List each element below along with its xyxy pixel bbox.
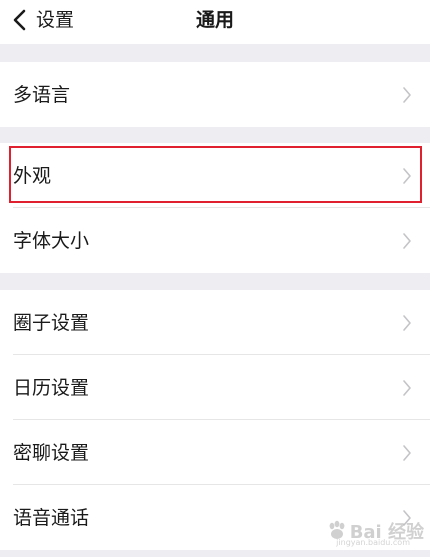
settings-group-language: 多语言 <box>0 62 430 127</box>
row-label: 密聊设置 <box>13 441 90 464</box>
row-calendar-settings[interactable]: 日历设置 <box>0 355 430 420</box>
back-label: 设置 <box>36 9 75 31</box>
chevron-left-icon <box>13 9 26 31</box>
row-label: 外观 <box>13 164 52 187</box>
settings-group-features: 圈子设置 日历设置 密聊设置 语音通话 Bai 经验 jingyan.baidu… <box>0 290 430 550</box>
row-private-chat-settings[interactable]: 密聊设置 <box>0 420 430 485</box>
row-label: 字体大小 <box>13 229 90 252</box>
row-circle-settings[interactable]: 圈子设置 <box>0 290 430 355</box>
row-voice-call[interactable]: 语音通话 Bai 经验 jingyan.baidu.com <box>0 485 430 550</box>
chevron-right-icon <box>403 167 411 184</box>
row-appearance[interactable]: 外观 <box>0 143 430 208</box>
chevron-right-icon <box>403 379 411 396</box>
row-font-size[interactable]: 字体大小 <box>0 208 430 273</box>
row-label: 圈子设置 <box>13 311 90 334</box>
settings-group-display: 外观 字体大小 <box>0 143 430 273</box>
watermark: Bai 经验 jingyan.baidu.com <box>326 518 424 547</box>
chevron-right-icon <box>403 86 411 103</box>
nav-bar: 设置 通用 <box>0 0 430 44</box>
chevron-right-icon <box>403 314 411 331</box>
back-button[interactable]: 设置 <box>10 6 74 34</box>
row-label: 日历设置 <box>13 376 90 399</box>
row-multi-language[interactable]: 多语言 <box>0 62 430 127</box>
watermark-sub: jingyan.baidu.com <box>336 538 410 547</box>
row-label: 语音通话 <box>13 506 90 529</box>
row-label: 多语言 <box>13 83 71 106</box>
chevron-right-icon <box>403 232 411 249</box>
chevron-right-icon <box>403 444 411 461</box>
